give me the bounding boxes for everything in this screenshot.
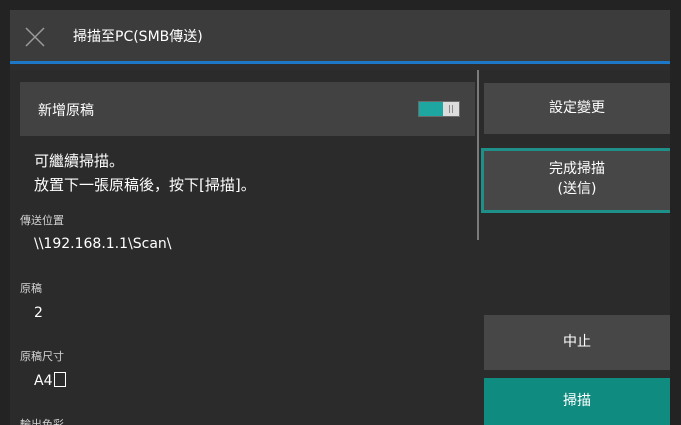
finish-scan-label: 完成掃描	[549, 161, 605, 177]
output-color-label: 輸出色彩	[20, 418, 64, 425]
scan-button[interactable]: 掃描	[484, 378, 670, 425]
scroll-thumb[interactable]	[477, 70, 479, 240]
originals-count: 2	[34, 305, 43, 321]
toggle-fill	[419, 102, 443, 116]
action-panel: 設定變更 完成掃描 (送信) 中止 掃描	[480, 70, 670, 425]
status-message-1: 可繼續掃描。	[34, 152, 125, 170]
stop-button[interactable]: 中止	[484, 315, 670, 370]
original-size-label: 原稿尺寸	[20, 350, 64, 363]
portrait-page-icon	[54, 372, 67, 387]
close-button[interactable]	[18, 20, 52, 54]
finish-scan-sublabel: (送信)	[557, 181, 597, 197]
original-size-text: A4	[34, 373, 53, 389]
title-bar: 掃描至PC(SMB傳送)	[10, 10, 670, 64]
destination-label: 傳送位置	[20, 214, 64, 227]
toggle-knob	[443, 102, 459, 116]
finish-scan-button[interactable]: 完成掃描 (送信)	[484, 151, 670, 210]
add-original-row[interactable]: 新增原稿	[20, 82, 475, 136]
change-settings-button[interactable]: 設定變更	[484, 83, 670, 134]
page-title: 掃描至PC(SMB傳送)	[73, 29, 203, 45]
add-original-toggle[interactable]	[418, 101, 460, 117]
originals-label: 原稿	[20, 282, 42, 295]
destination-value: \\192.168.1.1\Scan\	[34, 236, 172, 252]
close-icon	[25, 27, 45, 47]
original-size-value: A4	[34, 372, 67, 389]
status-message-2: 放置下一張原稿後，按下[掃描]。	[34, 176, 256, 194]
add-original-label: 新增原稿	[38, 103, 94, 119]
job-detail-panel: 新增原稿 可繼續掃描。 放置下一張原稿後，按下[掃描]。 傳送位置 \\192.…	[10, 70, 476, 425]
scan-to-pc-screen: 掃描至PC(SMB傳送) 新增原稿 可繼續掃描。 放置下一張原稿後，按下[掃描]…	[10, 10, 670, 425]
